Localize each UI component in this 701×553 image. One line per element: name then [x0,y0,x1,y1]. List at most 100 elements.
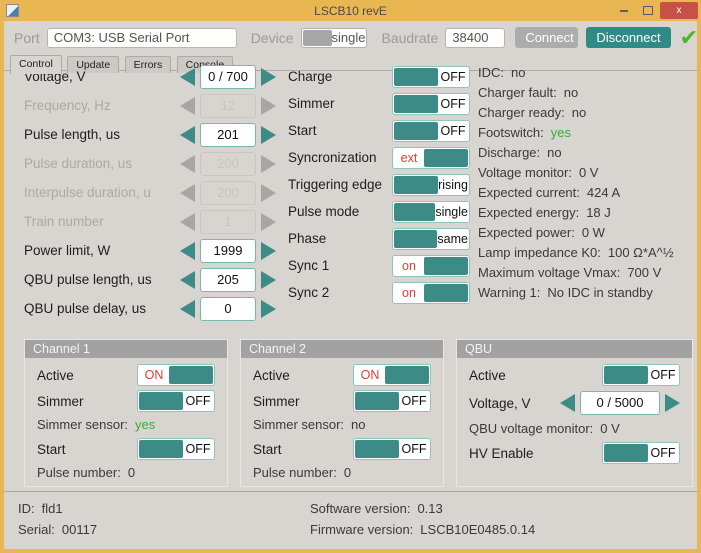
param-row-qbu-pulse-length-us: QBU pulse length, us 205 [24,265,276,294]
simmer-toggle[interactable]: OFF [137,390,215,412]
param-value-field[interactable]: 12 [200,93,256,118]
decrement-arrow-button[interactable] [180,125,195,144]
status-label: Simmer sensor: [37,417,129,432]
baudrate-input[interactable] [445,27,506,48]
panel-body: Active OFF Voltage, V 0 / 5000 QBU volta… [457,358,692,466]
simmer-sensor-line: Simmer sensor: no [253,414,431,436]
port-input[interactable] [46,27,237,48]
decrement-arrow-button[interactable] [180,96,195,115]
status-label: Simmer sensor: [253,417,345,432]
status-label: IDC: [478,65,504,80]
toggle-knob [355,392,399,410]
minimize-button[interactable] [612,3,636,19]
window-controls: x [612,0,701,21]
status-value: no [547,145,562,160]
start-toggle-row: Start OFF [253,436,431,462]
status-value: 100 Ω*A^½ [607,245,674,260]
simmer-toggle-row: Simmer OFF [37,388,215,414]
status-label: Software version: [310,501,411,516]
hv-enable-toggle[interactable]: OFF [602,442,680,464]
toggle-label: Start [288,123,317,138]
active-toggle[interactable]: ON [353,364,431,386]
toggle-label: Syncronization [288,150,377,165]
decrement-arrow-button[interactable] [180,67,195,86]
param-value-field[interactable]: 200 [200,180,256,205]
toggle-row-phase: Phase same [288,225,470,252]
decrement-arrow-button[interactable] [180,299,195,318]
qbu-active-toggle[interactable]: OFF [602,364,680,386]
param-value-field[interactable]: 1 [200,209,256,234]
increment-arrow-button[interactable] [665,394,680,412]
status-label: Charger fault: [478,85,557,100]
decrement-arrow-button[interactable] [180,183,195,202]
device-toggle[interactable]: single [301,27,368,48]
toggle-knob [139,392,183,410]
decrement-arrow-button[interactable] [180,270,195,289]
toggle-knob [394,175,438,194]
disconnect-button[interactable]: Disconnect [586,27,671,48]
toggle-switch[interactable]: rising [392,173,470,196]
increment-arrow-button[interactable] [261,96,276,115]
toggle-label: Start [37,441,66,457]
toggle-switch[interactable]: single [392,200,470,223]
close-button[interactable]: x [660,2,698,19]
toggle-knob [385,366,429,384]
param-value-field[interactable]: 201 [200,122,256,147]
toggle-switch[interactable]: OFF [392,119,470,142]
increment-arrow-button[interactable] [261,299,276,318]
increment-arrow-button[interactable] [261,212,276,231]
status-line-warning-1: Warning 1: No IDC in standby [478,285,696,305]
increment-arrow-button[interactable] [261,154,276,173]
increment-arrow-button[interactable] [261,67,276,86]
toggle-row-sync-2: Sync 2 on [288,279,470,306]
toggle-switch[interactable]: OFF [392,65,470,88]
simmer-toggle[interactable]: OFF [353,390,431,412]
status-label: Pulse number: [37,465,121,480]
active-toggle-row: Active ON [253,362,431,388]
bottom-panels: Channel 1 Active ON Simmer OFF Simmer se… [24,339,693,487]
decrement-arrow-button[interactable] [560,394,575,412]
toggle-switch[interactable]: OFF [392,92,470,115]
pulse-number-line: Pulse number: 0 [37,462,215,484]
device-toggle-value: single [331,29,366,45]
param-label: Pulse duration, us [24,156,133,171]
status-line-idc: IDC: no [478,65,696,85]
toggle-row-syncronization: Syncronization ext [288,144,470,171]
tab-control[interactable]: Control [10,55,62,74]
active-toggle[interactable]: ON [137,364,215,386]
toggle-switch[interactable]: ext [392,146,470,169]
toggle-knob [355,440,399,458]
toggle-knob [394,229,438,248]
qbu-voltage-row: Voltage, V 0 / 5000 [469,388,680,418]
status-value: No IDC in standby [547,285,653,300]
qbu-voltage-monitor-line: QBU voltage monitor: 0 V [469,418,680,440]
qbu-voltage-field[interactable]: 0 / 5000 [580,391,660,415]
status-label: Voltage monitor: [478,165,572,180]
decrement-arrow-button[interactable] [180,212,195,231]
decrement-arrow-button[interactable] [180,154,195,173]
toggle-state-text: OFF [440,123,466,138]
toggle-switch[interactable]: on [392,281,470,304]
param-label: QBU pulse delay, us [24,301,147,316]
param-value-field[interactable]: 0 [200,296,256,321]
param-value-field[interactable]: 0 / 700 [200,64,256,89]
start-toggle[interactable]: OFF [353,438,431,460]
toggle-label: Sync 1 [288,258,330,273]
param-label: QBU pulse length, us [24,272,152,287]
param-value-field[interactable]: 205 [200,267,256,292]
start-toggle[interactable]: OFF [137,438,215,460]
toggle-switch[interactable]: on [392,254,470,277]
increment-arrow-button[interactable] [261,270,276,289]
increment-arrow-button[interactable] [261,183,276,202]
maximize-button[interactable] [636,3,660,19]
param-value-field[interactable]: 1999 [200,238,256,263]
toggle-switch[interactable]: same [392,227,470,250]
toggle-knob [424,148,468,167]
increment-arrow-button[interactable] [261,241,276,260]
increment-arrow-button[interactable] [261,125,276,144]
param-value-field[interactable]: 200 [200,151,256,176]
status-label: QBU voltage monitor: [469,421,594,436]
connect-button[interactable]: Connect [515,27,579,48]
toggle-label: Active [37,367,74,383]
decrement-arrow-button[interactable] [180,241,195,260]
